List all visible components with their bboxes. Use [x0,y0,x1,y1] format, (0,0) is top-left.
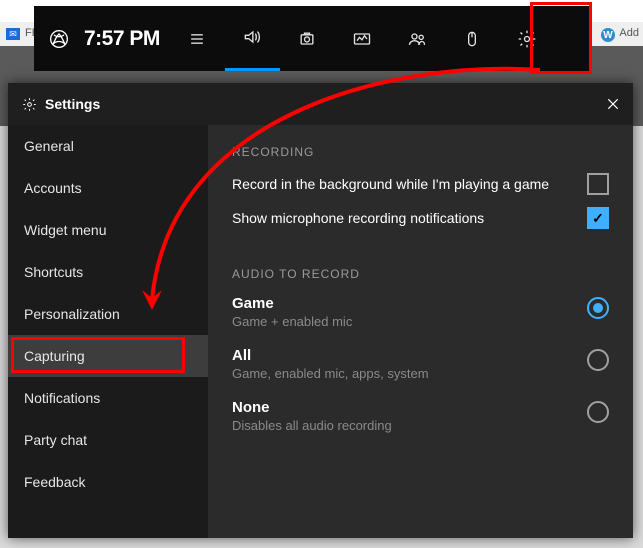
sidebar-item-party-chat[interactable]: Party chat [8,419,208,461]
radio-game-label: Game [232,295,352,312]
recording-section-title: RECORDING [232,145,609,159]
settings-titlebar: Settings [8,83,633,125]
radio-game[interactable] [587,297,609,319]
mic-notifications-label: Show microphone recording notifications [232,210,484,226]
radio-all-label: All [232,347,429,364]
mouse-icon[interactable] [445,6,500,71]
gear-icon[interactable] [500,6,555,71]
record-background-checkbox[interactable] [587,173,609,195]
tab-text-right: Add [619,27,639,39]
sidebar-item-capturing[interactable]: Capturing [8,335,208,377]
close-icon[interactable] [603,94,623,114]
sidebar-item-widget-menu[interactable]: Widget menu [8,209,208,251]
gear-icon [22,97,37,112]
sidebar-item-notifications[interactable]: Notifications [8,377,208,419]
xbox-icon[interactable] [34,29,84,49]
radio-game-desc: Game + enabled mic [232,314,352,329]
sidebar-item-personalization[interactable]: Personalization [8,293,208,335]
settings-window: Settings General Accounts Widget menu Sh… [8,83,633,538]
settings-title: Settings [45,96,603,112]
audio-section-title: AUDIO TO RECORD [232,267,609,281]
sidebar-item-accounts[interactable]: Accounts [8,167,208,209]
social-icon[interactable] [390,6,445,71]
xbox-game-bar: 7:57 PM [34,6,590,71]
sidebar-item-general[interactable]: General [8,125,208,167]
clock: 7:57 PM [84,27,170,51]
record-background-label: Record in the background while I'm playi… [232,176,549,192]
radio-none[interactable] [587,401,609,423]
radio-all[interactable] [587,349,609,371]
capture-icon[interactable] [280,6,335,71]
radio-none-desc: Disables all audio recording [232,418,392,433]
settings-sidebar: General Accounts Widget menu Shortcuts P… [8,125,208,538]
mic-notifications-checkbox[interactable] [587,207,609,229]
performance-icon[interactable] [335,6,390,71]
list-icon[interactable] [170,6,225,71]
radio-none-label: None [232,399,392,416]
sidebar-item-feedback[interactable]: Feedback [8,461,208,503]
sidebar-item-shortcuts[interactable]: Shortcuts [8,251,208,293]
audio-icon[interactable] [225,6,280,71]
settings-content: RECORDING Record in the background while… [208,125,633,538]
radio-all-desc: Game, enabled mic, apps, system [232,366,429,381]
wordpress-favicon: W [601,28,615,42]
mail-favicon: ✉ [6,28,20,40]
